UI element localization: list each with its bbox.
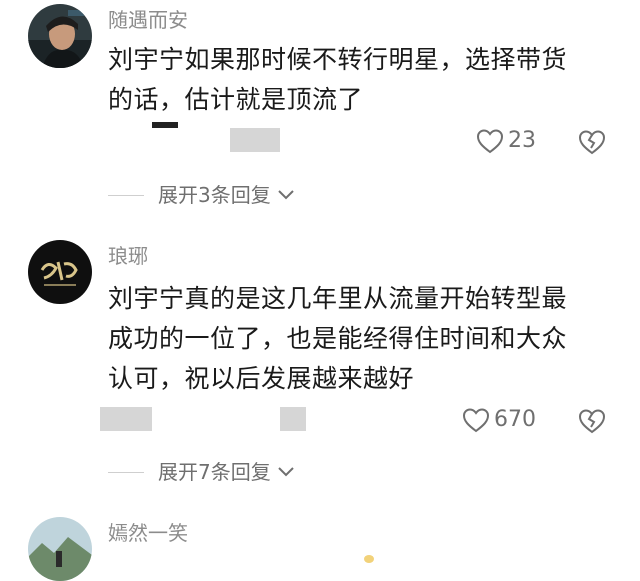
comment-item: 随遇而安 刘宇宁如果那时候不转行明星，选择带货 的话，估计就是顶流了 23 展开… [0,0,640,215]
user-avatar[interactable] [28,4,92,68]
blurred-metadata [280,407,306,431]
comment-line: 成功的一位了，也是能经得住时间和大众 [108,324,568,353]
avatar-man-portrait-icon [28,4,92,68]
blurred-metadata [152,122,178,128]
comment-line: 刘宇宁如果那时候不转行明星，选择带货 [108,45,568,74]
dislike-button[interactable] [578,129,606,155]
chevron-down-icon [278,190,294,200]
comment-line: 认可，祝以后发展越来越好 [108,364,415,393]
comment-item: 嫣然一笑 [0,505,640,581]
comment-text: 刘宇宁真的是这几年里从流量开始转型最 成功的一位了，也是能经得住时间和大众 认可… [108,279,608,399]
expand-replies-button[interactable]: 展开3条回复 [108,183,295,207]
comment-item: 琅琊 刘宇宁真的是这几年里从流量开始转型最 成功的一位了，也是能经得住时间和大众… [0,215,640,505]
broken-heart-icon [578,409,606,434]
username[interactable]: 嫣然一笑 [108,521,188,545]
user-avatar[interactable] [28,517,92,581]
avatar-calligraphy-logo-icon [28,240,92,304]
expand-replies-label: 展开3条回复 [158,183,271,207]
heart-outline-icon [476,129,504,154]
blurred-metadata [100,407,152,431]
divider [108,471,144,473]
comment-line: 刘宇宁真的是这几年里从流量开始转型最 [108,284,568,313]
user-avatar[interactable] [28,240,92,304]
username[interactable]: 随遇而安 [108,8,188,32]
heart-outline-icon [462,408,490,433]
expand-replies-button[interactable]: 展开7条回复 [108,460,295,484]
comment-line: 的话，估计就是顶流了 [108,85,364,114]
divider [108,194,144,196]
blurred-metadata [230,128,280,152]
dislike-button[interactable] [578,408,606,434]
comment-text: 刘宇宁如果那时候不转行明星，选择带货 的话，估计就是顶流了 [108,40,608,120]
like-count: 23 [508,128,536,153]
like-button[interactable]: 23 [476,128,536,154]
expand-replies-label: 展开7条回复 [158,460,271,484]
username[interactable]: 琅琊 [108,244,148,268]
chevron-down-icon [278,467,294,477]
decorative-dot [364,555,374,563]
broken-heart-icon [578,130,606,155]
avatar-landscape-icon [28,517,92,581]
like-button[interactable]: 670 [462,407,536,433]
like-count: 670 [494,407,536,432]
